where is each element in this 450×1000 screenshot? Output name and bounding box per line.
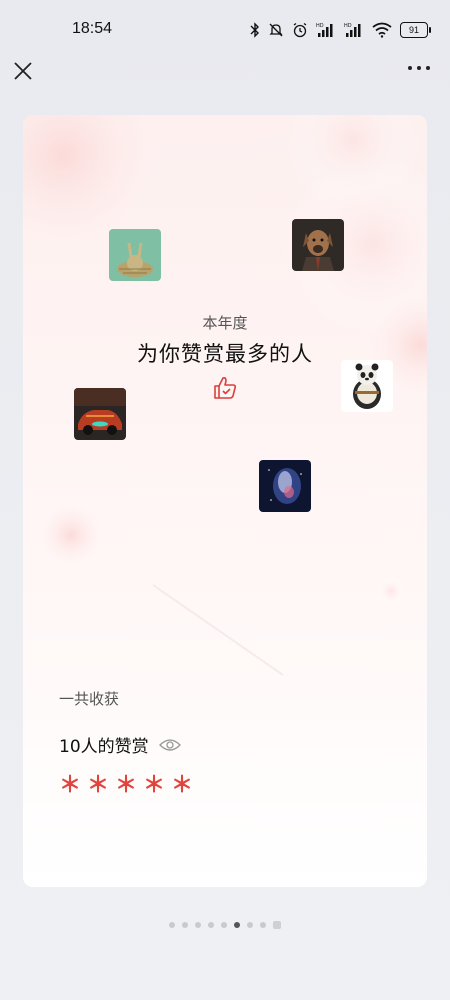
- more-icon-dot: [426, 66, 430, 70]
- page-dot[interactable]: [208, 922, 214, 928]
- page-dot[interactable]: [260, 922, 266, 928]
- status-time: 18:54: [72, 20, 113, 37]
- signal-hd-icon: HD: [344, 23, 361, 37]
- rabbit-avatar[interactable]: [109, 229, 161, 281]
- page-dot-active[interactable]: [234, 922, 240, 928]
- thumbs-up-icon: [214, 377, 237, 399]
- page-dot[interactable]: [169, 922, 175, 928]
- close-button[interactable]: [12, 58, 34, 80]
- year-label: 本年度: [202, 314, 248, 332]
- page-dot[interactable]: [195, 922, 201, 928]
- svg-text:HD: HD: [344, 23, 352, 29]
- headline: 为你赞赏最多的人: [137, 342, 313, 366]
- signal-hd-icon: HD: [316, 23, 333, 37]
- count-row: 10人的赞赏: [59, 732, 181, 757]
- alarm-icon: [293, 22, 307, 38]
- status-icons: HD HD 91: [250, 20, 431, 40]
- more-icon-dot: [417, 66, 421, 70]
- wifi-icon: [372, 22, 392, 38]
- mute-icon: [269, 23, 283, 37]
- car-avatar[interactable]: [74, 388, 126, 440]
- reward-card: 本年度 为你赞赏最多的人 一共收获 10人的赞赏 ＊＊＊＊＊: [23, 115, 427, 887]
- more-button[interactable]: [408, 66, 430, 70]
- bluetooth-icon: [250, 22, 259, 38]
- page-dot[interactable]: [221, 922, 227, 928]
- total-label: 一共收获: [59, 690, 120, 708]
- more-icon-dot: [408, 66, 412, 70]
- reward-count: 10人的赞赏: [59, 737, 149, 757]
- page-dot[interactable]: [273, 921, 281, 929]
- battery-icon: 91: [400, 22, 431, 38]
- page-indicator[interactable]: [0, 921, 450, 929]
- nebula-avatar[interactable]: [259, 460, 311, 512]
- status-bar: 18:54 HD HD 91: [0, 0, 450, 60]
- svg-text:HD: HD: [316, 23, 324, 29]
- close-icon: [14, 62, 32, 80]
- dog-avatar[interactable]: [292, 219, 344, 271]
- eye-icon[interactable]: [158, 738, 181, 752]
- page-dot[interactable]: [182, 922, 188, 928]
- page-dot[interactable]: [247, 922, 253, 928]
- masked-amount: ＊＊＊＊＊: [59, 773, 200, 798]
